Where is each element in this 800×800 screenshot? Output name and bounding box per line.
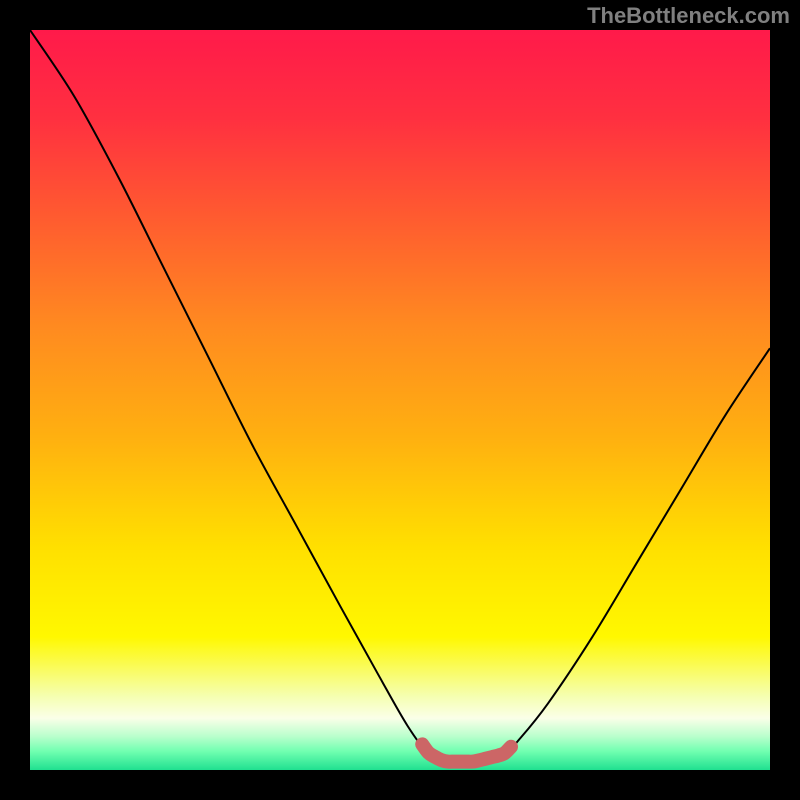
chart-container: TheBottleneck.com — [0, 0, 800, 800]
watermark-text: TheBottleneck.com — [587, 3, 790, 29]
bottleneck-chart — [30, 30, 770, 770]
chart-background — [30, 30, 770, 770]
